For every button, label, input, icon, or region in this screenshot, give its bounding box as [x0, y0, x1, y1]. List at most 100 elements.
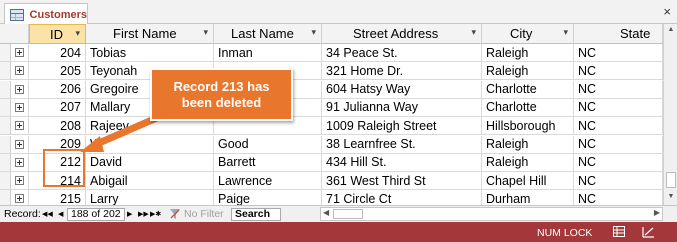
select-all-corner[interactable] — [0, 24, 29, 44]
expand-row-button[interactable] — [11, 153, 29, 172]
chevron-down-icon[interactable]: ▾ — [75, 28, 80, 39]
column-header-label: First Name — [113, 26, 177, 41]
column-header-city[interactable]: City ▾ — [482, 24, 574, 44]
cell-city[interactable]: Raleigh — [482, 153, 574, 172]
datasheet-view-icon[interactable] — [613, 226, 625, 237]
row-selector[interactable] — [0, 153, 11, 172]
expand-icon — [15, 157, 24, 167]
previous-record-button[interactable]: ◀ — [58, 210, 63, 218]
column-header-id[interactable]: ID ▾ — [29, 24, 86, 44]
row-selector[interactable] — [0, 98, 11, 117]
cell-city[interactable]: Charlotte — [482, 80, 574, 99]
scroll-down-icon[interactable]: ▼ — [666, 193, 676, 203]
new-record-button[interactable]: ▶✱ — [150, 210, 161, 218]
tab-customers[interactable]: Customers — [4, 3, 88, 25]
expand-row-button[interactable] — [11, 135, 29, 154]
row-selector[interactable] — [0, 62, 11, 81]
expand-icon — [15, 194, 24, 204]
row-selector[interactable] — [0, 80, 11, 99]
chevron-down-icon[interactable]: ▾ — [471, 27, 476, 38]
column-header-state[interactable]: State — [574, 24, 663, 44]
expand-icon — [15, 121, 24, 131]
first-record-button[interactable]: ◀◀ — [42, 210, 53, 218]
expand-row-button[interactable] — [11, 172, 29, 191]
cell-city[interactable]: Raleigh — [482, 135, 574, 154]
table-icon — [10, 8, 24, 21]
cell-first-name[interactable]: David — [86, 153, 214, 172]
cell-id[interactable]: 206 — [29, 80, 86, 99]
expand-row-button[interactable] — [11, 98, 29, 117]
last-record-button[interactable]: ▶▶ — [138, 210, 149, 218]
column-header-label: City — [510, 26, 533, 41]
cell-last-name[interactable]: Barrett — [214, 153, 322, 172]
column-header-first-name[interactable]: First Name ▾ — [86, 24, 214, 44]
expand-row-button[interactable] — [11, 62, 29, 81]
scroll-thumb[interactable] — [666, 172, 676, 188]
cell-last-name[interactable]: Lawrence — [214, 172, 322, 191]
expand-row-button[interactable] — [11, 80, 29, 99]
cell-id[interactable]: 208 — [29, 117, 86, 136]
cell-state[interactable]: NC — [574, 153, 663, 172]
cell-last-name[interactable]: Inman — [214, 44, 322, 62]
next-record-button[interactable]: ▶ — [127, 210, 132, 218]
current-record-field[interactable]: 188 of 202 — [67, 208, 125, 221]
cell-city[interactable]: Chapel Hill — [482, 172, 574, 191]
cell-city[interactable]: Raleigh — [482, 44, 574, 62]
close-icon[interactable]: × — [663, 4, 671, 19]
search-input[interactable]: Search — [231, 208, 281, 221]
cell-id[interactable]: 204 — [29, 44, 86, 62]
chevron-down-icon[interactable]: ▾ — [311, 27, 316, 38]
cell-first-name[interactable]: W — [86, 135, 214, 154]
filter-icon[interactable] — [170, 209, 180, 222]
cell-street-address[interactable]: 1009 Raleigh Street — [322, 117, 482, 136]
expand-icon — [15, 48, 24, 57]
scroll-left-icon[interactable]: ◀ — [323, 208, 329, 217]
cell-city[interactable]: Raleigh — [482, 62, 574, 81]
tab-label: Customers — [29, 8, 87, 21]
column-header-label: Last Name — [231, 26, 294, 41]
expand-row-button[interactable] — [11, 44, 29, 62]
expand-row-button[interactable] — [11, 117, 29, 136]
cell-state[interactable]: NC — [574, 135, 663, 154]
cell-street-address[interactable]: 434 Hill St. — [322, 153, 482, 172]
cell-id[interactable]: 205 — [29, 62, 86, 81]
row-selector[interactable] — [0, 44, 11, 62]
row-selector[interactable] — [0, 135, 11, 154]
column-header-label: ID — [50, 26, 63, 42]
cell-state[interactable]: NC — [574, 172, 663, 191]
cell-state[interactable]: NC — [574, 80, 663, 99]
chevron-down-icon[interactable]: ▾ — [203, 27, 208, 38]
row-selector[interactable] — [0, 117, 11, 136]
column-header-last-name[interactable]: Last Name ▾ — [214, 24, 322, 44]
scroll-right-icon[interactable]: ▶ — [654, 208, 660, 217]
cell-id[interactable]: 207 — [29, 98, 86, 117]
cell-first-name[interactable]: Abigail — [86, 172, 214, 191]
filter-status[interactable]: No Filter — [184, 208, 224, 220]
cell-street-address[interactable]: 321 Home Dr. — [322, 62, 482, 81]
horizontal-scroll-thumb[interactable] — [333, 209, 363, 219]
row-selector[interactable] — [0, 172, 11, 191]
column-header-street-address[interactable]: Street Address ▾ — [322, 24, 482, 44]
cell-street-address[interactable]: 91 Julianna Way — [322, 98, 482, 117]
design-view-icon[interactable] — [642, 226, 655, 241]
cell-street-address[interactable]: 38 Learnfree St. — [322, 135, 482, 154]
cell-last-name[interactable]: Good — [214, 135, 322, 154]
record-navigation-bar: Record: ◀◀ ◀ 188 of 202 ▶ ▶▶ ▶✱ No Filte… — [0, 205, 677, 222]
expand-icon — [15, 176, 24, 186]
cell-city[interactable]: Charlotte — [482, 98, 574, 117]
cell-street-address[interactable]: 604 Hatsy Way — [322, 80, 482, 99]
vertical-scrollbar[interactable]: ▲ ▼ — [663, 24, 677, 205]
chevron-down-icon[interactable]: ▾ — [563, 27, 568, 38]
cell-state[interactable]: NC — [574, 44, 663, 62]
horizontal-scrollbar[interactable]: ◀ ▶ — [320, 207, 663, 221]
cell-state[interactable]: NC — [574, 98, 663, 117]
expand-icon — [15, 102, 24, 112]
document-tab-bar: Customers × — [0, 0, 677, 25]
cell-state[interactable]: NC — [574, 62, 663, 81]
cell-city[interactable]: Hillsborough — [482, 117, 574, 136]
cell-street-address[interactable]: 34 Peace St. — [322, 44, 482, 62]
cell-state[interactable]: NC — [574, 117, 663, 136]
cell-street-address[interactable]: 361 West Third St — [322, 172, 482, 191]
scroll-up-icon[interactable]: ▲ — [666, 26, 676, 36]
cell-first-name[interactable]: Tobias — [86, 44, 214, 62]
